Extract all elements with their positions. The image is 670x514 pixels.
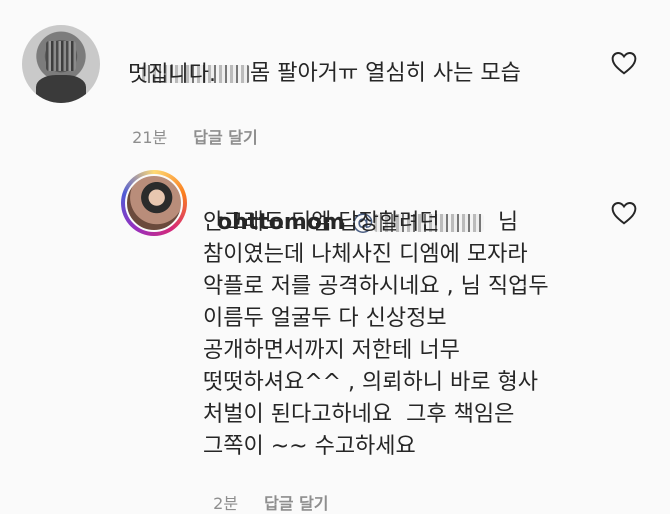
comment-2-line-1: 안그래도 디엠 답장할려던 (203, 210, 440, 235)
comment-1-text: 몸 팔아거ㅠ 열심히 사는 모습 (250, 61, 521, 86)
reply-button[interactable]: 답글 달기 (193, 128, 257, 147)
commenter-avatar[interactable] (22, 25, 100, 103)
comment-2-time: 2분 (213, 494, 239, 513)
heart-outline-icon[interactable] (611, 201, 637, 225)
comment-2-line-4: 이름두 얼굴두 다 신상정보 (203, 306, 447, 331)
comment-2-line-5: 공개하면서까지 저한테 너무 (203, 338, 460, 363)
heart-outline-icon[interactable] (611, 51, 637, 75)
comment-1-text-line-2: 멋집니다. (128, 62, 216, 87)
comment-2-line-8: 그쪽이 ~~ 수고하세요 (203, 434, 416, 459)
avatar-blurred-face (46, 41, 76, 71)
comment-1-meta: 21분 답글 달기 (122, 105, 258, 148)
comment-2-line-2: 참이였는데 나체사진 디엠에 모자라 (203, 242, 528, 267)
avatar-body-shape (36, 75, 86, 103)
reply-author-avatar[interactable] (125, 174, 183, 232)
comment-2-meta: 2분 답글 달기 (203, 471, 328, 514)
comment-2-line-7: 처벌이 된다고하네요 그후 책임은 (203, 402, 515, 427)
mention-suffix: 님 (497, 210, 519, 235)
comment-1-time: 21분 (132, 128, 168, 147)
comment-2-line-3: 악플로 저를 공격하시네요 , 님 직업두 (203, 274, 549, 299)
reply-button[interactable]: 답글 달기 (264, 494, 328, 513)
comment-2-line-6: 떳떳하셔요^^ , 의뢰하니 바로 형사 (203, 370, 538, 395)
